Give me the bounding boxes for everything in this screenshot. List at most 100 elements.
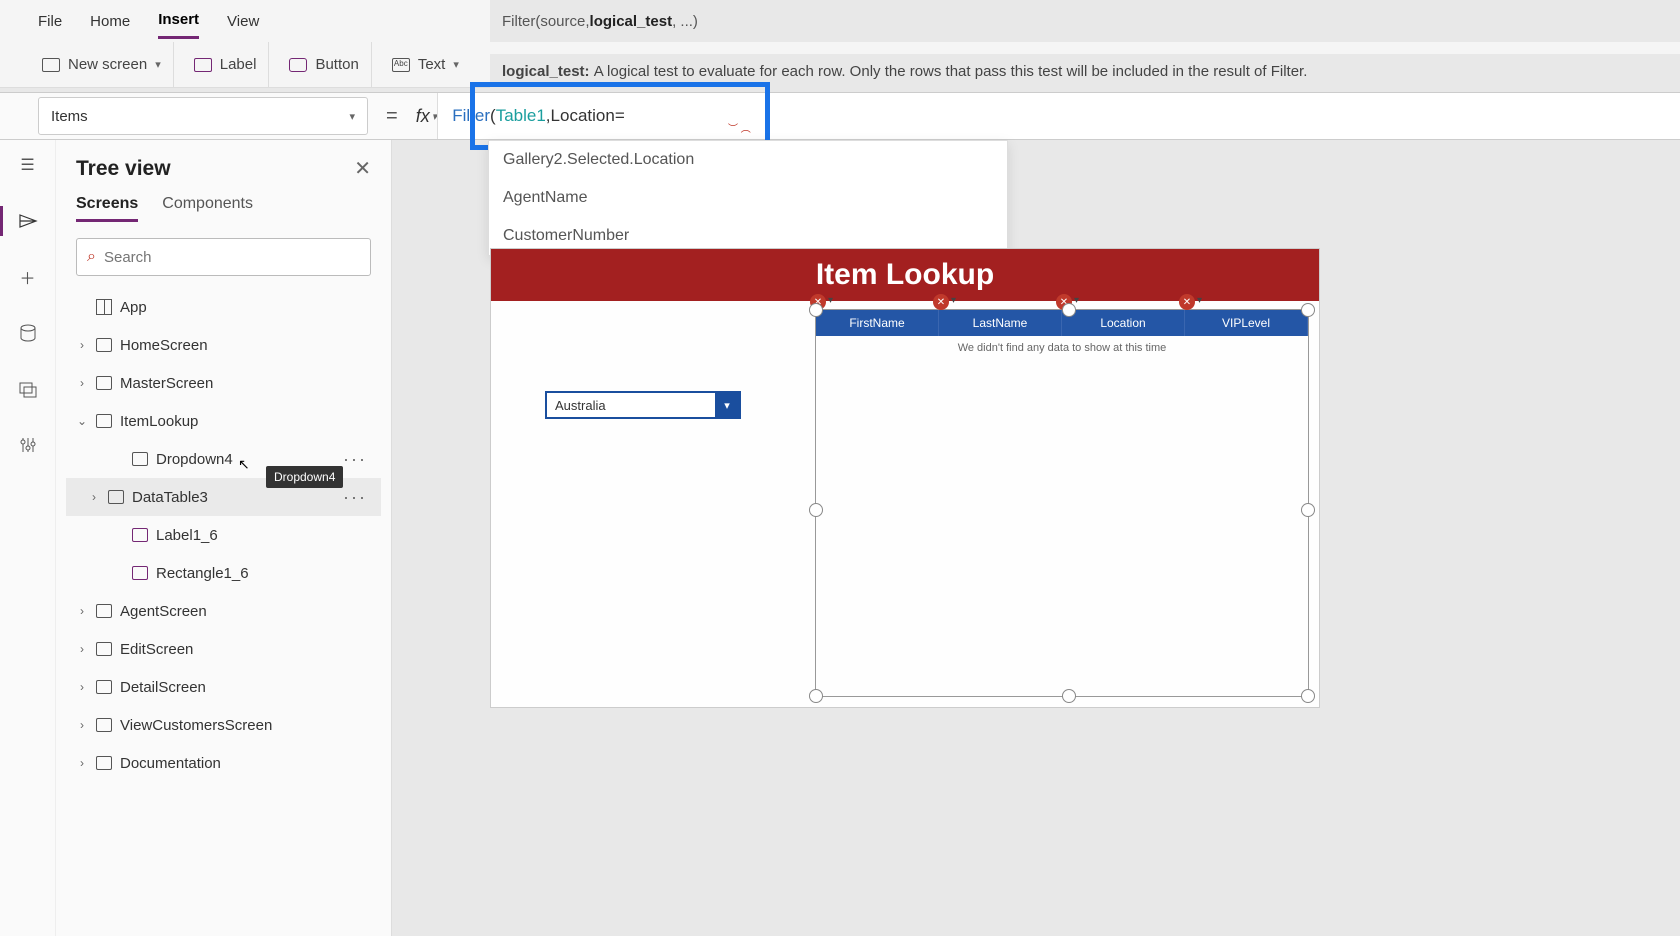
tree-node-itemlookup[interactable]: ⌄ ItemLookup (66, 402, 381, 440)
label-text: Label (220, 56, 257, 73)
resize-handle[interactable] (809, 303, 823, 317)
tree-tooltip: Dropdown4 (266, 466, 343, 488)
column-viplevel[interactable]: ✕▾ VIPLevel (1185, 310, 1308, 336)
fx-icon[interactable]: fx▾ (416, 106, 438, 127)
tree-node-documentation[interactable]: › Documentation (66, 744, 381, 782)
menu-view[interactable]: View (227, 5, 259, 38)
intellisense-item[interactable]: Gallery2.Selected.Location (489, 141, 1007, 179)
chevron-right-icon[interactable]: › (88, 490, 100, 504)
resize-handle[interactable] (809, 689, 823, 703)
chevron-down-icon[interactable]: ▾ (951, 295, 956, 306)
formula-token-field: Location (551, 106, 615, 126)
chevron-right-icon[interactable]: › (76, 604, 88, 618)
tree-node-editscreen[interactable]: › EditScreen (66, 630, 381, 668)
resize-handle[interactable] (1301, 503, 1315, 517)
chevron-down-icon[interactable]: ⌄ (76, 414, 88, 428)
tab-screens[interactable]: Screens (76, 195, 138, 222)
column-location[interactable]: ✕▾ Location (1062, 310, 1185, 336)
more-icon[interactable]: ··· (343, 449, 367, 470)
resize-handle[interactable] (809, 503, 823, 517)
tree-node-viewcustomersscreen[interactable]: › ViewCustomersScreen (66, 706, 381, 744)
chevron-right-icon[interactable]: › (76, 718, 88, 732)
resize-handle[interactable] (1062, 303, 1076, 317)
delete-column-icon[interactable]: ✕ (933, 294, 949, 310)
more-icon[interactable]: ··· (343, 487, 367, 508)
hamburger-icon[interactable]: ☰ (17, 154, 39, 176)
text-label: Text (418, 56, 446, 73)
new-screen-label: New screen (68, 56, 147, 73)
screen-icon (96, 414, 112, 428)
insert-text-button[interactable]: Abc Text ▾ (380, 42, 471, 87)
advanced-tools-icon[interactable] (17, 434, 39, 456)
screen-icon (96, 680, 112, 694)
canvas-title: Item Lookup (491, 249, 1319, 301)
tree-node-agentscreen[interactable]: › AgentScreen (66, 592, 381, 630)
chevron-down-icon[interactable]: ▾ (1197, 295, 1202, 306)
chevron-right-icon[interactable]: › (76, 338, 88, 352)
button-text: Button (315, 56, 358, 73)
screen-icon (96, 338, 112, 352)
formula-signature: Filter(source, logical_test, ...) (490, 0, 1680, 42)
tree-search[interactable]: ⌕ (76, 238, 371, 276)
screen-icon (96, 718, 112, 732)
resize-handle[interactable] (1301, 303, 1315, 317)
equals-sign: = (386, 105, 398, 128)
chevron-right-icon[interactable]: › (76, 756, 88, 770)
chevron-down-icon[interactable]: ▾ (1074, 295, 1079, 306)
resize-handle[interactable] (1062, 689, 1076, 703)
label-icon (194, 58, 212, 72)
intellisense-popup: Gallery2.Selected.Location AgentName Cus… (488, 140, 1008, 256)
menu-insert[interactable]: Insert (158, 3, 199, 39)
chevron-down-icon[interactable]: ▾ (715, 393, 739, 417)
dropdown-value: Australia (547, 398, 715, 413)
screen-icon (42, 58, 60, 72)
intellisense-item[interactable]: AgentName (489, 179, 1007, 217)
app-icon (96, 299, 112, 315)
dropdown4-control[interactable]: Australia ▾ (545, 391, 741, 419)
close-icon[interactable]: ✕ (354, 156, 371, 181)
data-icon[interactable] (17, 322, 39, 344)
property-selector-value: Items (51, 108, 88, 125)
insert-icon[interactable]: ＋ (17, 266, 39, 288)
resize-handle[interactable] (1301, 689, 1315, 703)
tree-view-icon[interactable] (17, 210, 39, 232)
chevron-down-icon[interactable]: ▾ (828, 295, 833, 306)
media-icon[interactable] (17, 378, 39, 400)
insert-label-button[interactable]: Label (182, 42, 270, 87)
chevron-down-icon: ▾ (349, 110, 355, 123)
tree-view-title: Tree view (76, 157, 171, 181)
chevron-down-icon: ▾ (155, 58, 161, 71)
screen-icon (96, 376, 112, 390)
error-squiggle: ︶ ︵ (728, 120, 751, 135)
tree-node-app[interactable]: › App (66, 288, 381, 326)
tree-search-input[interactable] (104, 249, 360, 266)
insert-button-button[interactable]: Button (277, 42, 371, 87)
formula-token-fn: Filter (452, 106, 490, 126)
tab-components[interactable]: Components (162, 195, 253, 222)
search-icon: ⌕ (87, 248, 96, 266)
chevron-right-icon[interactable]: › (76, 376, 88, 390)
new-screen-button[interactable]: New screen ▾ (30, 42, 174, 87)
tree-node-homescreen[interactable]: › HomeScreen (66, 326, 381, 364)
formula-token-table: Table1 (496, 106, 546, 126)
table-icon (108, 490, 124, 504)
tree-node-detailscreen[interactable]: › DetailScreen (66, 668, 381, 706)
delete-column-icon[interactable]: ✕ (1179, 294, 1195, 310)
screen-icon (96, 604, 112, 618)
text-icon: Abc (392, 58, 410, 72)
datatable3-control[interactable]: ✕▾ FirstName ✕▾ LastName ✕▾ Location ✕▾ … (815, 309, 1309, 697)
menu-file[interactable]: File (38, 5, 62, 38)
chevron-right-icon[interactable]: › (76, 680, 88, 694)
column-firstname[interactable]: ✕▾ FirstName (816, 310, 939, 336)
column-lastname[interactable]: ✕▾ LastName (939, 310, 1062, 336)
property-selector[interactable]: Items ▾ (38, 97, 368, 135)
tree-node-rectangle1-6[interactable]: › Rectangle1_6 (66, 554, 381, 592)
tree-node-masterscreen[interactable]: › MasterScreen (66, 364, 381, 402)
rectangle-icon (132, 566, 148, 580)
chevron-right-icon[interactable]: › (76, 642, 88, 656)
menu-home[interactable]: Home (90, 5, 130, 38)
design-canvas[interactable]: Item Lookup Australia ▾ ✕▾ FirstName ✕▾ … (490, 248, 1320, 708)
formula-input[interactable]: Filter(Table1, Location = (437, 93, 1680, 139)
tree-node-label1-6[interactable]: › Label1_6 (66, 516, 381, 554)
screen-icon (96, 756, 112, 770)
